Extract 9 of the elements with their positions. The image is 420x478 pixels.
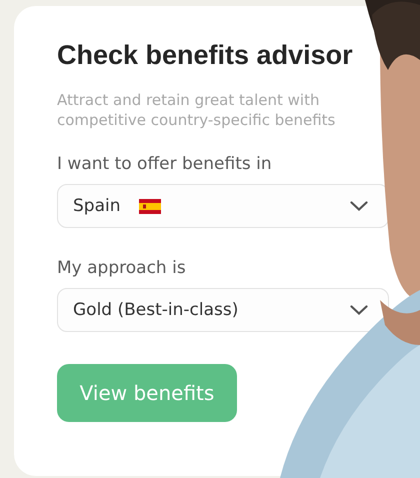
- card-title: Check benefits advisor: [57, 40, 354, 71]
- dropdown-field[interactable]: Spain: [57, 184, 389, 228]
- field-label: I want to offer benefits in: [57, 154, 273, 174]
- field-label: My approach is: [57, 258, 187, 278]
- flag-icon: [138, 198, 160, 214]
- dropdown-field[interactable]: Gold (Best-in-class): [57, 288, 389, 332]
- chevron-icon: [350, 305, 368, 315]
- chevron-icon: [350, 201, 368, 211]
- card-subtitle: Attract and retain great talent with competitive country-specific benefits: [57, 90, 336, 130]
